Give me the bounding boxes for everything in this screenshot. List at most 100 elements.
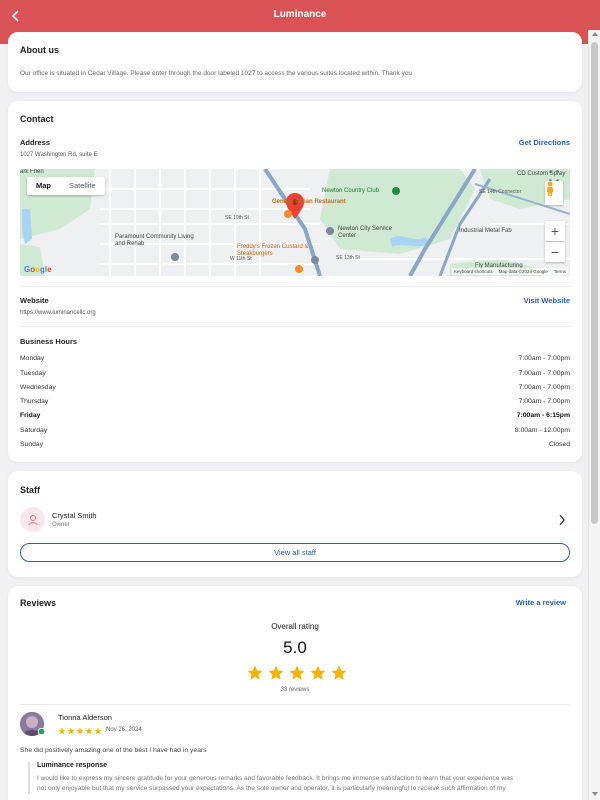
- write-review-link[interactable]: Write a review: [516, 598, 566, 607]
- contact-title: Contact: [20, 114, 54, 124]
- map-data-text: Map data ©2024 Google: [498, 269, 548, 274]
- scroll-up-arrow-icon[interactable]: [592, 32, 598, 36]
- hours-day: Sunday: [20, 441, 44, 448]
- zoom-in-button[interactable]: +: [545, 221, 565, 241]
- visit-website-link[interactable]: Visit Website: [524, 296, 570, 305]
- staff-card: Staff Crystal Smith Owner View all staff: [8, 471, 582, 577]
- hours-day: Thursday: [20, 398, 49, 405]
- map-view[interactable]: Geneva Italian Restaurant Newton Country…: [20, 169, 570, 276]
- hours-row: Saturday 8:00am - 12:00pm: [20, 427, 570, 434]
- staff-member-row[interactable]: Crystal Smith Owner: [8, 504, 582, 536]
- map-type-toggle[interactable]: Map Satellite: [27, 177, 105, 195]
- star-icon: [289, 665, 305, 680]
- overall-rating-label: Overall rating: [271, 622, 319, 631]
- star-icon: [58, 727, 66, 734]
- response-text-line: I would like to express my sincere grati…: [37, 775, 514, 782]
- person-placeholder-icon: [28, 514, 37, 525]
- zoom-out-button[interactable]: −: [545, 242, 565, 262]
- map-street-label: W 11th St: [230, 256, 252, 262]
- website-value: https://www.luminancellc.org: [20, 310, 96, 316]
- street-view-button[interactable]: [545, 181, 563, 205]
- hours-row: Sunday Closed: [20, 441, 570, 448]
- hours-row: Monday 7:00am - 7:00pm: [20, 355, 570, 362]
- hours-day: Wednesday: [20, 384, 56, 391]
- star-icon: [268, 665, 284, 680]
- hours-row-today: Friday 7:00am - 6:15pm: [20, 412, 570, 419]
- hours-time: 7:00am - 6:15pm: [516, 412, 570, 419]
- star-icon: [76, 727, 84, 734]
- star-icon: [94, 727, 102, 734]
- about-text: Our office is situated in Cedar Village.…: [20, 70, 413, 77]
- pegman-icon: [547, 181, 553, 196]
- chevron-right-icon: [559, 514, 565, 526]
- map-place-label: Geneva Italian Restaurant: [272, 199, 346, 205]
- page-title: Luminance: [273, 9, 327, 20]
- map-street-label: SE 10th St: [225, 215, 249, 221]
- hours-time: Closed: [548, 441, 570, 448]
- terms-link[interactable]: Terms: [554, 269, 566, 274]
- response-title: Luminance response: [37, 762, 108, 769]
- staff-role: Owner: [52, 522, 70, 528]
- address-label: Address: [20, 138, 51, 147]
- star-icon: [67, 727, 75, 734]
- about-card: About us Our office is situated in Cedar…: [8, 32, 582, 92]
- scroll-down-arrow-icon[interactable]: [592, 792, 598, 796]
- plus-icon: +: [550, 223, 560, 239]
- map-type-satellite-button[interactable]: Satellite: [60, 177, 105, 195]
- website-label: Website: [20, 296, 49, 305]
- map-attribution: Keyboard shortcuts Map data ©2024 Google…: [451, 268, 568, 275]
- staff-name: Crystal Smith: [52, 511, 97, 520]
- reviews-card: Reviews Write a review Overall rating 5.…: [8, 586, 582, 800]
- hours-row: Tuesday 7:00am - 7:00pm: [20, 370, 570, 377]
- staff-title: Staff: [20, 485, 40, 495]
- get-directions-link[interactable]: Get Directions: [519, 138, 570, 147]
- overall-rating-value: 5.0: [283, 638, 307, 657]
- star-icon: [310, 665, 326, 680]
- scrollbar-thumb[interactable]: [591, 42, 598, 524]
- divider: [20, 326, 570, 327]
- map-place-label: Newton City Service Center: [338, 226, 393, 239]
- map-street-label: SE 13th St: [336, 255, 360, 261]
- star-icon: [85, 727, 93, 734]
- contact-card: Contact Address 1027 Washington Rd, suit…: [8, 101, 582, 462]
- review-date: Nov 26, 2024: [106, 727, 142, 733]
- map-place-label: Paramount Community Living and Rehab: [115, 234, 194, 247]
- hours-row: Thursday 7:00am - 7:00pm: [20, 398, 570, 405]
- overall-rating-stars: [246, 664, 348, 682]
- hours-time: 7:00am - 7:00pm: [518, 370, 570, 377]
- review-text: She did positively amazing one of the be…: [20, 747, 207, 754]
- response-text-line: not only enjoyable but that my service s…: [37, 785, 506, 792]
- review-author: Tionna Alderson: [58, 713, 112, 722]
- map-street-label: SE 14th Connector: [479, 189, 522, 195]
- hours-time: 7:00am - 7:00pm: [518, 355, 570, 362]
- review-count: 33 reviews: [280, 687, 310, 693]
- avatar: [20, 507, 45, 532]
- divider: [20, 286, 570, 287]
- hours-row: Wednesday 7:00am - 7:00pm: [20, 384, 570, 391]
- keyboard-shortcuts-link[interactable]: Keyboard shortcuts: [454, 269, 493, 274]
- map-place-label: Industrial Metal Fab: [459, 228, 512, 234]
- hours-day: Monday: [20, 355, 45, 362]
- minus-icon: −: [550, 244, 560, 260]
- map-type-map-button[interactable]: Map: [27, 177, 60, 195]
- review-stars: [58, 727, 102, 735]
- map-partial-label: ark Frien: [20, 169, 44, 175]
- star-icon: [331, 665, 347, 680]
- hours-day: Saturday: [20, 427, 48, 434]
- owner-response: Luminance response I would like to expre…: [28, 762, 570, 794]
- reviews-title: Reviews: [20, 598, 57, 608]
- hours-day: Friday: [20, 412, 41, 419]
- verified-badge-icon: [38, 728, 45, 735]
- business-hours-title: Business Hours: [20, 337, 78, 346]
- star-icon: [247, 665, 263, 680]
- hours-time: 7:00am - 7:00pm: [518, 398, 570, 405]
- hours-time: 7:00am - 7:00pm: [518, 384, 570, 391]
- hours-time: 8:00am - 12:00pm: [514, 427, 570, 434]
- hours-day: Tuesday: [20, 370, 46, 377]
- view-all-staff-button[interactable]: View all staff: [20, 543, 570, 562]
- divider: [20, 704, 570, 705]
- scrollbar[interactable]: [588, 30, 600, 800]
- about-title: About us: [20, 45, 59, 55]
- map-place-label: Newton Country Club: [322, 188, 380, 194]
- address-value: 1027 Washington Rd, suite E: [20, 152, 98, 158]
